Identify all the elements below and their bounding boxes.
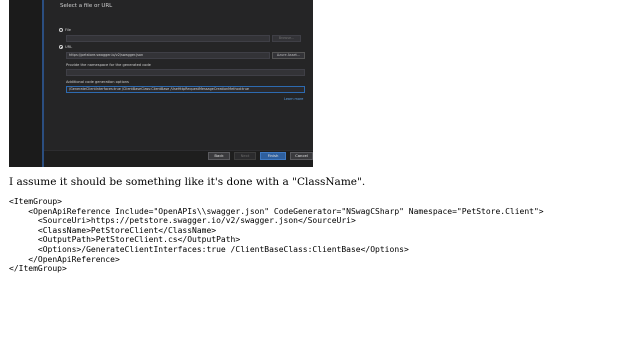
dialog-screenshot: Select a file or URL File Browse... URL … — [9, 0, 313, 167]
url-input[interactable]: https://petstore.swagger.io/v2/swagger.j… — [66, 52, 270, 59]
code-block: <ItemGroup> <OpenApiReference Include="O… — [9, 197, 544, 274]
code-line: <OpenApiReference Include="OpenAPIs\\swa… — [9, 206, 544, 216]
namespace-input[interactable] — [66, 69, 305, 76]
file-option-label: File — [65, 28, 72, 32]
options-input[interactable]: /GenerateClientInterfaces:true /ClientBa… — [66, 86, 305, 93]
back-button[interactable]: Back — [208, 152, 230, 160]
next-button[interactable]: Next — [234, 152, 256, 160]
azure-asset-button[interactable]: Azure Asset... — [272, 52, 305, 59]
code-line: </ItemGroup> — [9, 264, 67, 274]
file-path-input[interactable] — [66, 35, 270, 42]
dialog-sidebar — [9, 0, 42, 167]
browse-button[interactable]: Browse... — [272, 35, 301, 42]
post-paragraph: I assume it should be something like it'… — [9, 176, 366, 188]
finish-button[interactable]: Finish — [260, 152, 286, 160]
code-line: <OutputPath>PetStoreClient.cs</OutputPat… — [9, 235, 241, 245]
code-line: <ItemGroup> — [9, 197, 62, 206]
code-line: <SourceUri>https://petstore.swagger.io/v… — [9, 216, 356, 226]
dialog-title: Select a file or URL — [60, 3, 113, 9]
learn-more-link[interactable]: Learn more — [284, 97, 303, 101]
namespace-label: Provide the namespace for the generated … — [66, 63, 151, 67]
code-line: <ClassName>PetStoreClient</ClassName> — [9, 225, 217, 235]
url-option-label: URL — [65, 45, 73, 49]
code-line: <Options>/GenerateClientInterfaces:true … — [9, 244, 409, 254]
code-line: </OpenApiReference> — [9, 254, 120, 264]
cancel-button[interactable]: Cancel — [290, 152, 313, 160]
url-radio-button[interactable] — [59, 45, 63, 49]
options-label: Additional code generation options — [66, 80, 129, 84]
file-radio-button[interactable] — [59, 28, 63, 32]
